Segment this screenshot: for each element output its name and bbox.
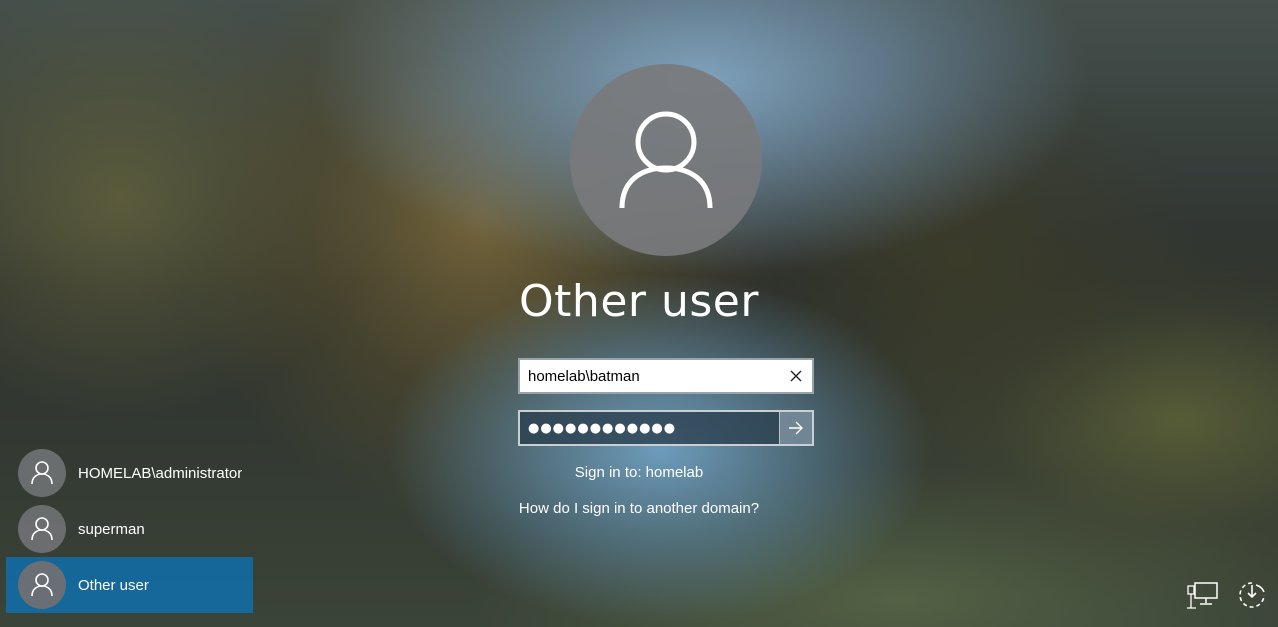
user-item-superman[interactable]: superman xyxy=(6,501,253,557)
network-icon xyxy=(1187,582,1218,609)
network-button[interactable] xyxy=(1186,578,1220,612)
password-field[interactable]: ●●●●●●●●●●●● xyxy=(518,410,814,446)
user-title: Other user xyxy=(519,276,759,327)
user-list: HOMELAB\administrator superman Other use… xyxy=(6,445,253,613)
user-name: HOMELAB\administrator xyxy=(78,464,243,482)
arrow-right-icon xyxy=(789,421,803,435)
user-name: Other user xyxy=(78,576,149,594)
avatar xyxy=(18,449,66,497)
user-icon xyxy=(31,461,53,485)
power-button[interactable] xyxy=(1235,578,1269,612)
clear-username-button[interactable] xyxy=(780,360,812,392)
user-icon xyxy=(31,573,53,597)
close-icon xyxy=(790,370,802,382)
avatar xyxy=(18,505,66,553)
user-name: superman xyxy=(78,520,145,538)
user-icon xyxy=(619,111,713,209)
submit-button[interactable] xyxy=(779,412,812,444)
avatar xyxy=(18,561,66,609)
user-item-administrator[interactable]: HOMELAB\administrator xyxy=(6,445,253,501)
power-icon xyxy=(1239,582,1265,608)
username-field[interactable] xyxy=(518,358,814,394)
user-item-other-user[interactable]: Other user xyxy=(6,557,253,613)
password-input[interactable]: ●●●●●●●●●●●● xyxy=(520,421,779,436)
user-icon xyxy=(31,517,53,541)
user-avatar-large xyxy=(570,64,762,256)
username-input[interactable] xyxy=(520,367,780,385)
